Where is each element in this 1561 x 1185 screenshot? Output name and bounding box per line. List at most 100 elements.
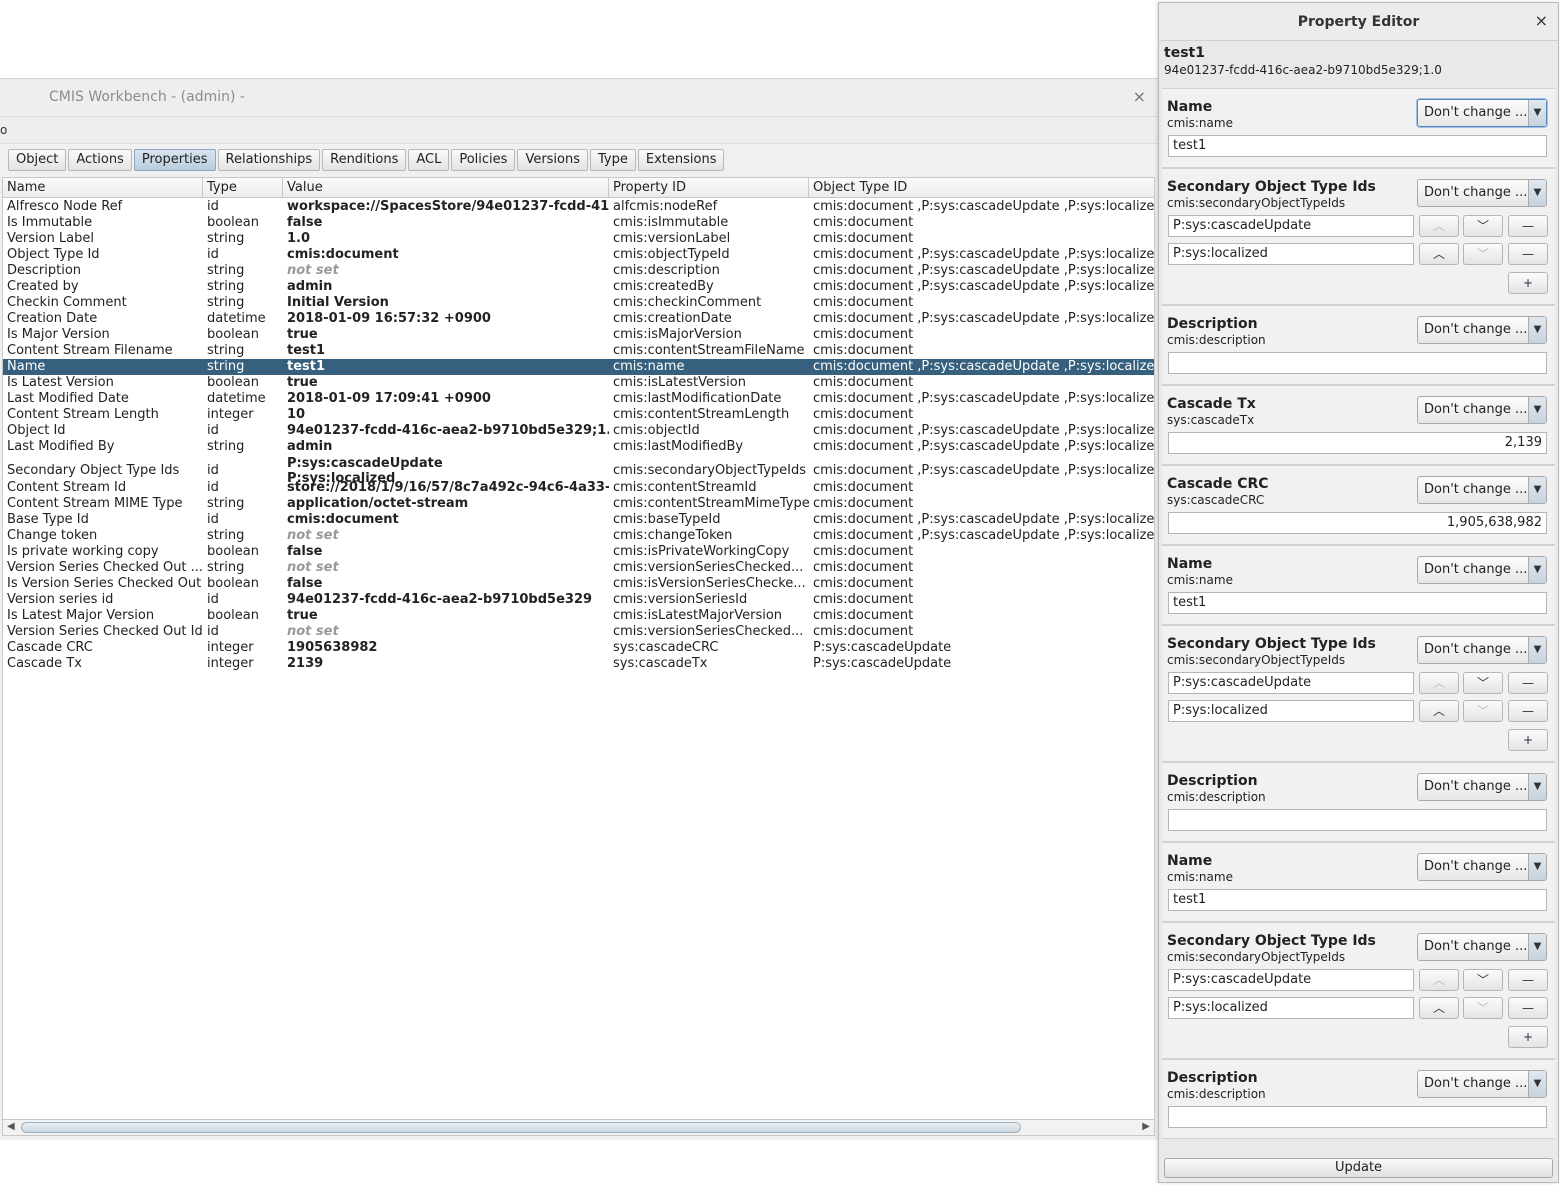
- add-value-icon[interactable]: +: [1508, 729, 1548, 751]
- remove-value-icon[interactable]: —: [1508, 215, 1548, 237]
- chevron-down-icon[interactable]: ▼: [1528, 1071, 1546, 1097]
- tab-actions[interactable]: Actions: [68, 149, 132, 171]
- menu-fragment[interactable]: o: [0, 123, 7, 137]
- move-down-icon[interactable]: ﹀: [1463, 997, 1503, 1019]
- table-row[interactable]: Object Type Id id cmis:document cmis:object…: [3, 247, 1154, 263]
- multi-value-field[interactable]: P:sys:cascadeUpdate: [1168, 672, 1414, 694]
- table-row[interactable]: Is Latest Major Version boolean true cmis:i…: [3, 608, 1154, 624]
- remove-value-icon[interactable]: —: [1508, 997, 1548, 1019]
- change-mode-dropdown[interactable]: Don't change ... ▼: [1417, 773, 1547, 801]
- tab-relationships[interactable]: Relationships: [217, 149, 321, 171]
- tab-versions[interactable]: Versions: [517, 149, 589, 171]
- change-mode-dropdown[interactable]: Don't change ... ▼: [1417, 556, 1547, 584]
- tab-properties[interactable]: Properties: [133, 149, 216, 171]
- text-field[interactable]: test1: [1168, 592, 1547, 614]
- tab-extensions[interactable]: Extensions: [637, 149, 725, 171]
- change-mode-dropdown[interactable]: Don't change ... ▼: [1417, 853, 1547, 881]
- tab-renditions[interactable]: Renditions: [322, 149, 407, 171]
- scroll-right-icon[interactable]: ▶: [1142, 1121, 1150, 1132]
- table-row[interactable]: Description string not set cmis:description…: [3, 263, 1154, 279]
- multi-value-field[interactable]: P:sys:cascadeUpdate: [1168, 215, 1414, 237]
- table-row[interactable]: Created by string admin cmis:createdBy cmis:…: [3, 279, 1154, 295]
- chevron-down-icon[interactable]: ▼: [1528, 774, 1546, 800]
- move-up-icon[interactable]: ︿: [1419, 997, 1459, 1019]
- column-header-value[interactable]: Value: [283, 178, 609, 198]
- text-field[interactable]: [1168, 1106, 1547, 1128]
- remove-value-icon[interactable]: —: [1508, 700, 1548, 722]
- table-row[interactable]: Change token string not set cmis:changeToke…: [3, 528, 1154, 544]
- chevron-down-icon[interactable]: ▼: [1528, 637, 1546, 663]
- text-field[interactable]: test1: [1168, 135, 1547, 157]
- text-field[interactable]: [1168, 352, 1547, 374]
- table-row[interactable]: Cascade CRC integer 1905638982 sys:cascadeC…: [3, 640, 1154, 656]
- table-row[interactable]: Cascade Tx integer 2139 sys:cascadeTx P:sys:…: [3, 656, 1154, 672]
- chevron-down-icon[interactable]: ▼: [1528, 477, 1546, 503]
- tab-object[interactable]: Object: [8, 149, 67, 171]
- add-value-icon[interactable]: +: [1508, 272, 1548, 294]
- table-row[interactable]: Content Stream Filename string test1 cmis:c…: [3, 343, 1154, 359]
- move-up-icon[interactable]: ︿: [1419, 700, 1459, 722]
- table-row[interactable]: Name string test1 cmis:name cmis:document ,P…: [3, 359, 1154, 375]
- table-row[interactable]: Version Label string 1.0 cmis:versionLabel c…: [3, 231, 1154, 247]
- table-row[interactable]: Is private working copy boolean false cmis:…: [3, 544, 1154, 560]
- table-row[interactable]: Content Stream MIME Type string applicatio…: [3, 496, 1154, 512]
- chevron-down-icon[interactable]: ▼: [1528, 100, 1546, 126]
- update-button[interactable]: Update: [1164, 1158, 1553, 1178]
- text-field[interactable]: test1: [1168, 889, 1547, 911]
- workbench-close-icon[interactable]: ×: [1133, 87, 1146, 106]
- table-row[interactable]: Base Type Id id cmis:document cmis:baseType…: [3, 512, 1154, 528]
- multi-value-field[interactable]: P:sys:cascadeUpdate: [1168, 969, 1414, 991]
- change-mode-dropdown[interactable]: Don't change ... ▼: [1417, 396, 1547, 424]
- move-down-icon[interactable]: ﹀: [1463, 672, 1503, 694]
- change-mode-dropdown[interactable]: Don't change ... ▼: [1417, 1070, 1547, 1098]
- table-row[interactable]: Last Modified Date datetime 2018-01-09 17:…: [3, 391, 1154, 407]
- table-row[interactable]: Checkin Comment string Initial Version cmis…: [3, 295, 1154, 311]
- column-header-name[interactable]: Name: [3, 178, 203, 198]
- move-up-icon[interactable]: ︿: [1419, 969, 1459, 991]
- tab-type[interactable]: Type: [590, 149, 636, 171]
- move-down-icon[interactable]: ﹀: [1463, 969, 1503, 991]
- table-row[interactable]: Is Major Version boolean true cmis:isMajorV…: [3, 327, 1154, 343]
- change-mode-dropdown[interactable]: Don't change ... ▼: [1417, 933, 1547, 961]
- horizontal-scrollbar[interactable]: ◀ ▶: [2, 1119, 1155, 1136]
- scrollbar-thumb[interactable]: [21, 1122, 1021, 1133]
- table-row[interactable]: Is Latest Version boolean true cmis:isLates…: [3, 375, 1154, 391]
- remove-value-icon[interactable]: —: [1508, 243, 1548, 265]
- table-row[interactable]: Alfresco Node Ref id workspace://SpacesSto…: [3, 199, 1154, 215]
- remove-value-icon[interactable]: —: [1508, 969, 1548, 991]
- add-value-icon[interactable]: +: [1508, 1026, 1548, 1048]
- table-row[interactable]: Object Id id 94e01237-fcdd-416c-aea2-b9710…: [3, 423, 1154, 439]
- chevron-down-icon[interactable]: ▼: [1528, 180, 1546, 206]
- table-row[interactable]: Version Series Checked Out Id id not set cm…: [3, 624, 1154, 640]
- text-field[interactable]: [1168, 809, 1547, 831]
- table-row[interactable]: Is Immutable boolean false cmis:isImmutable…: [3, 215, 1154, 231]
- change-mode-dropdown[interactable]: Don't change ... ▼: [1417, 99, 1547, 127]
- move-down-icon[interactable]: ﹀: [1463, 243, 1503, 265]
- move-up-icon[interactable]: ︿: [1419, 243, 1459, 265]
- scroll-left-icon[interactable]: ◀: [7, 1121, 15, 1132]
- multi-value-field[interactable]: P:sys:localized: [1168, 243, 1414, 265]
- table-row[interactable]: Version series id id 94e01237-fcdd-416c-ae…: [3, 592, 1154, 608]
- change-mode-dropdown[interactable]: Don't change ... ▼: [1417, 179, 1547, 207]
- move-up-icon[interactable]: ︿: [1419, 672, 1459, 694]
- chevron-down-icon[interactable]: ▼: [1528, 934, 1546, 960]
- number-field[interactable]: 1,905,638,982: [1168, 512, 1547, 534]
- chevron-down-icon[interactable]: ▼: [1528, 557, 1546, 583]
- multi-value-field[interactable]: P:sys:localized: [1168, 700, 1414, 722]
- column-header-type[interactable]: Type: [203, 178, 283, 198]
- chevron-down-icon[interactable]: ▼: [1528, 854, 1546, 880]
- move-down-icon[interactable]: ﹀: [1463, 700, 1503, 722]
- column-header-property-id[interactable]: Property ID: [609, 178, 809, 198]
- change-mode-dropdown[interactable]: Don't change ... ▼: [1417, 476, 1547, 504]
- column-header-object-type-id[interactable]: Object Type ID: [809, 178, 1154, 198]
- change-mode-dropdown[interactable]: Don't change ... ▼: [1417, 316, 1547, 344]
- tab-acl[interactable]: ACL: [408, 149, 450, 171]
- tab-policies[interactable]: Policies: [451, 149, 516, 171]
- table-row[interactable]: Content Stream Id id store://2018/1/9/16/5…: [3, 480, 1154, 496]
- table-row[interactable]: Version Series Checked Out ... string not …: [3, 560, 1154, 576]
- number-field[interactable]: 2,139: [1168, 432, 1547, 454]
- change-mode-dropdown[interactable]: Don't change ... ▼: [1417, 636, 1547, 664]
- move-down-icon[interactable]: ﹀: [1463, 215, 1503, 237]
- table-row[interactable]: Is Version Series Checked Out boolean fals…: [3, 576, 1154, 592]
- remove-value-icon[interactable]: —: [1508, 672, 1548, 694]
